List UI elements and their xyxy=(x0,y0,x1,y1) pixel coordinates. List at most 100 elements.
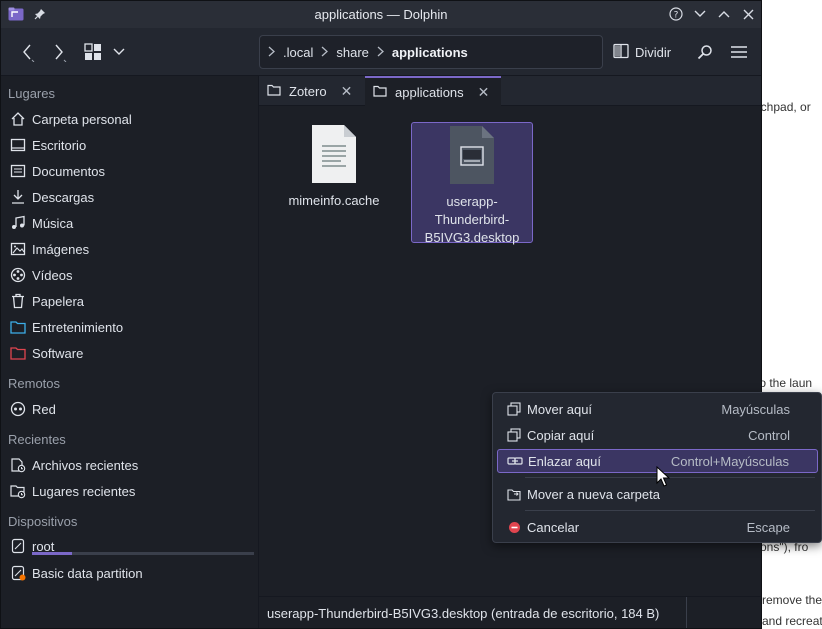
svg-text:?: ? xyxy=(674,11,679,21)
breadcrumb-root-chevron-icon[interactable] xyxy=(268,45,275,60)
breadcrumb[interactable]: .local share applications xyxy=(259,35,603,69)
document-icon xyxy=(6,161,30,181)
sidebar-item-desktop[interactable]: Escritorio xyxy=(1,132,257,158)
drive-icon xyxy=(6,536,30,556)
back-button[interactable] xyxy=(15,40,39,64)
menu-item-label: Mover aquí xyxy=(527,401,593,417)
tab-applications[interactable]: applications ✕ xyxy=(365,76,501,106)
menu-separator xyxy=(525,477,815,478)
sidebar-item-downloads[interactable]: Descargas xyxy=(1,184,257,210)
tab-close-icon[interactable]: ✕ xyxy=(478,84,490,101)
file-name: mimeinfo.cache xyxy=(288,193,380,208)
breadcrumb-item-share[interactable]: share xyxy=(336,45,369,60)
tab-zotero[interactable]: Zotero ✕ xyxy=(259,76,363,106)
section-devices-heading: Dispositivos xyxy=(8,514,78,529)
split-view-button[interactable]: Dividir xyxy=(613,40,671,64)
sidebar-item-home[interactable]: Carpeta personal xyxy=(1,106,257,132)
breadcrumb-item-local[interactable]: .local xyxy=(283,45,313,60)
file-item-selected[interactable]: userapp-Thunderbird-B5IVG3.desktop xyxy=(411,122,533,245)
sidebar-item-recent-files[interactable]: Archivos recientes xyxy=(1,452,257,478)
folder-icon xyxy=(373,85,387,100)
folder-icon xyxy=(267,84,281,99)
sidebar-item-software[interactable]: Software xyxy=(1,340,257,366)
music-icon xyxy=(6,213,30,233)
sidebar-item-label: Escritorio xyxy=(32,137,87,153)
folder-icon xyxy=(6,317,30,337)
bg-text-4: remove the xyxy=(762,593,822,607)
minimize-icon[interactable] xyxy=(691,5,709,23)
bg-text-1: nchpad, or xyxy=(760,100,811,114)
places-panel: Lugares Carpeta personal Escritorio Docu… xyxy=(1,76,259,628)
sidebar-item-recent-places[interactable]: Lugares recientes xyxy=(1,478,257,504)
toolbar: .local share applications Dividir xyxy=(1,28,761,76)
sidebar-item-entertainment[interactable]: Entretenimiento xyxy=(1,314,257,340)
bg-text-2: to the laun xyxy=(760,376,813,390)
sidebar-item-root[interactable]: root xyxy=(1,533,257,559)
menu-item-shortcut: Escape xyxy=(746,519,790,535)
split-view-label: Dividir xyxy=(635,44,672,60)
tab-label: Zotero xyxy=(289,83,327,99)
move-icon xyxy=(503,402,525,416)
menu-separator xyxy=(525,510,815,511)
network-icon xyxy=(6,399,30,419)
tab-close-icon[interactable]: ✕ xyxy=(341,83,353,100)
menu-item-move-here[interactable]: Mover aquí Mayúsculas xyxy=(497,397,818,421)
link-icon xyxy=(504,455,526,467)
cancel-icon xyxy=(503,521,525,534)
sidebar-item-label: Lugares recientes xyxy=(32,483,136,499)
title-bar: applications — Dolphin ? xyxy=(1,1,761,28)
sidebar-item-label: Carpeta personal xyxy=(32,111,132,127)
sidebar-item-label: Música xyxy=(32,215,74,231)
sidebar-item-videos[interactable]: Vídeos xyxy=(1,262,257,288)
forward-button[interactable] xyxy=(47,40,71,64)
sidebar-item-label: Red xyxy=(32,401,56,417)
sidebar-item-network[interactable]: Red xyxy=(1,396,257,422)
recent-places-icon xyxy=(6,481,30,501)
search-icon[interactable] xyxy=(693,40,717,64)
file-item[interactable]: mimeinfo.cache xyxy=(273,124,395,210)
view-mode-dropdown[interactable] xyxy=(107,40,131,64)
maximize-icon[interactable] xyxy=(715,5,733,23)
sidebar-item-images[interactable]: Imágenes xyxy=(1,236,257,262)
split-view-icon xyxy=(613,43,629,62)
desktop-icon xyxy=(6,135,30,155)
sidebar-item-label: Entretenimiento xyxy=(32,319,124,335)
hamburger-menu-icon[interactable] xyxy=(727,40,751,64)
menu-item-copy-here[interactable]: Copiar aquí Control xyxy=(497,423,818,447)
status-bar: userapp-Thunderbird-B5IVG3.desktop (entr… xyxy=(259,596,761,628)
folder-icon xyxy=(6,343,30,363)
status-text: userapp-Thunderbird-B5IVG3.desktop (entr… xyxy=(259,597,687,628)
menu-item-cancel[interactable]: Cancelar Escape xyxy=(497,515,818,539)
menu-item-label: Cancelar xyxy=(527,519,580,535)
sidebar-item-label: Archivos recientes xyxy=(32,457,139,473)
help-icon[interactable]: ? xyxy=(667,5,685,23)
chevron-right-icon xyxy=(321,45,329,60)
root-usage-bar xyxy=(32,552,254,555)
root-usage-fill xyxy=(32,552,72,555)
menu-item-shortcut: Mayúsculas xyxy=(721,401,790,417)
trash-icon xyxy=(6,291,30,311)
sidebar-item-music[interactable]: Música xyxy=(1,210,257,236)
image-icon xyxy=(6,239,30,259)
new-folder-icon xyxy=(503,488,525,501)
file-name: userapp-Thunderbird-B5IVG3.desktop xyxy=(424,194,520,245)
copy-icon xyxy=(503,428,525,442)
sidebar-item-basic-data-partition[interactable]: Basic data partition xyxy=(1,560,257,586)
bg-text-5: and recreat xyxy=(762,614,822,628)
breadcrumb-item-applications[interactable]: applications xyxy=(392,45,468,60)
sidebar-item-documents[interactable]: Documentos xyxy=(1,158,257,184)
close-icon[interactable] xyxy=(739,5,757,23)
sidebar-item-label: Descargas xyxy=(32,189,95,205)
tab-label: applications xyxy=(395,84,464,100)
section-remote-heading: Remotos xyxy=(8,376,61,391)
menu-item-label: Copiar aquí xyxy=(527,427,595,443)
sidebar-item-label: Imágenes xyxy=(32,241,90,257)
section-places-heading: Lugares xyxy=(8,86,55,101)
sidebar-item-trash[interactable]: Papelera xyxy=(1,288,257,314)
window-title: applications — Dolphin xyxy=(314,7,448,22)
tab-bar: Zotero ✕ applications ✕ xyxy=(259,76,761,106)
desktop-entry-file-icon xyxy=(449,125,495,185)
sidebar-item-label: Vídeos xyxy=(32,267,73,283)
chevron-right-icon xyxy=(377,45,384,60)
view-mode-icon[interactable] xyxy=(81,40,105,64)
